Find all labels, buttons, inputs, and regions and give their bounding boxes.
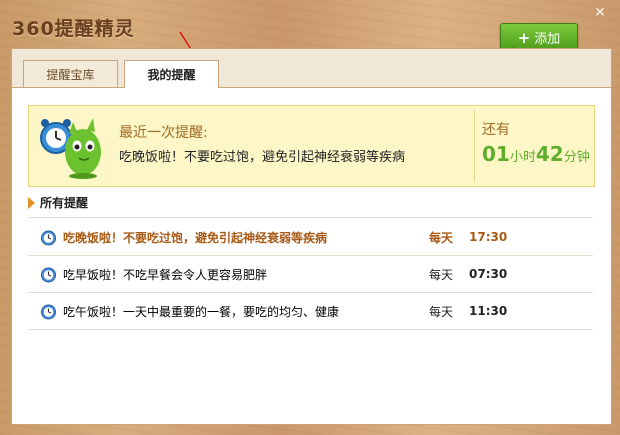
recent-reminder-card: 最近一次提醒: 吃晚饭啦！不要吃过饱，避免引起神经衰弱等疾病 还有 01小时42… xyxy=(28,105,595,187)
watermark-url: jingyan.baidu.com xyxy=(482,400,575,411)
plus-icon: + xyxy=(517,28,531,47)
remaining-label: 还有 xyxy=(482,122,510,138)
close-icon[interactable]: × xyxy=(592,4,608,20)
tab-bar: 提醒宝库 我的提醒 xyxy=(12,49,611,88)
reminder-time: 17:30 xyxy=(469,230,508,244)
countdown-minutes: 42 xyxy=(535,142,564,166)
alarm-clock-icon xyxy=(41,267,56,282)
tab-content: 最近一次提醒: 吃晚饭啦！不要吃过饱，避免引起神经衰弱等疾病 还有 01小时42… xyxy=(12,88,611,424)
alarm-clock-icon xyxy=(41,304,56,319)
reminder-text: 吃早饭啦！不吃早餐会令人更容易肥胖 xyxy=(63,267,268,282)
hours-unit: 小时 xyxy=(509,150,536,165)
reminder-time: 07:30 xyxy=(469,267,508,281)
recent-label: 最近一次提醒: xyxy=(119,125,208,141)
card-divider xyxy=(474,110,475,182)
tab-my-reminders[interactable]: 我的提醒 xyxy=(124,60,219,88)
reminder-row[interactable]: 吃午饭啦！一天中最重要的一餐，要吃的均匀、健康 每天 11:30 xyxy=(28,293,593,330)
countdown: 01小时42分钟 xyxy=(482,142,590,166)
list-divider xyxy=(28,217,593,218)
reminder-text: 吃晚饭啦！不要吃过饱，避免引起神经衰弱等疾病 xyxy=(63,230,328,245)
triangle-bullet-icon xyxy=(28,196,35,209)
reminder-time: 11:30 xyxy=(469,304,508,318)
reminder-frequency: 每天 xyxy=(429,304,454,319)
recent-text: 吃晚饭啦！不要吃过饱，避免引起神经衰弱等疾病 xyxy=(119,150,406,165)
reminder-row[interactable]: 吃晚饭啦！不要吃过饱，避免引起神经衰弱等疾病 每天 17:30 xyxy=(28,219,593,256)
all-reminders-header: 所有提醒 xyxy=(28,194,88,211)
all-reminders-title: 所有提醒 xyxy=(40,196,89,210)
add-button-label: 添加 xyxy=(534,32,561,47)
reminder-text: 吃午饭啦！一天中最重要的一餐，要吃的均匀、健康 xyxy=(63,304,340,319)
app-logo: 360提醒精灵 xyxy=(12,18,135,40)
alarm-clock-icon xyxy=(41,230,56,245)
main-panel: 提醒宝库 我的提醒 最近一次提醒: 吃晚饭啦！不要吃过饱，避免引起神经衰弱等疾病… xyxy=(11,48,612,425)
minutes-unit: 分钟 xyxy=(563,150,590,165)
reminder-row[interactable]: 吃早饭啦！不吃早餐会令人更容易肥胖 每天 07:30 xyxy=(28,256,593,293)
tab-library[interactable]: 提醒宝库 xyxy=(23,60,118,87)
reminder-frequency: 每天 xyxy=(429,267,454,282)
mascot-alarm-clock-icon xyxy=(40,118,101,179)
countdown-hours: 01 xyxy=(482,142,510,166)
app-window: 360提醒精灵 × + 添加 提醒宝库 我的提醒 最近一次提醒: 吃晚饭啦！不要… xyxy=(0,0,620,435)
reminder-frequency: 每天 xyxy=(429,230,454,245)
